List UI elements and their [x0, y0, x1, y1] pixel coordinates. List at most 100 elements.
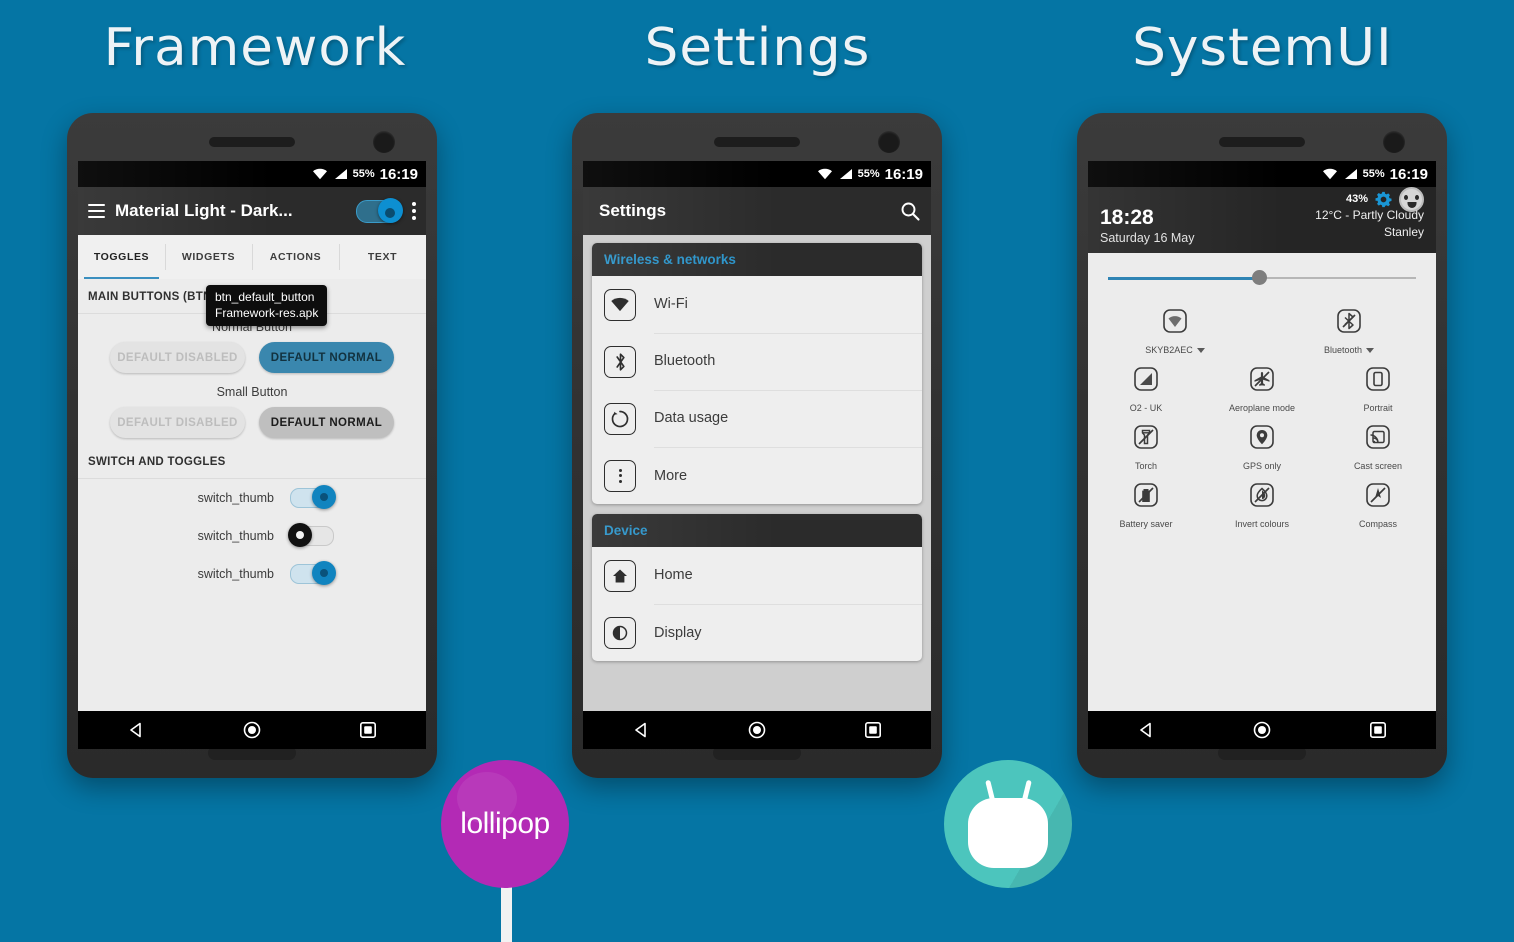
qs-clock-block: 18:28 Saturday 16 May [1100, 206, 1195, 245]
qs-location: Stanley [1383, 225, 1424, 240]
settings-item-data-usage[interactable]: Data usage [592, 390, 922, 448]
qs-tile-label: Cast screen [1353, 461, 1402, 471]
more-dots-icon [604, 459, 636, 492]
settings-item-bluetooth[interactable]: Bluetooth [592, 333, 922, 391]
signal-icon [1344, 169, 1357, 179]
earpiece-speaker [209, 137, 295, 147]
home-circle-icon[interactable] [242, 720, 262, 740]
wifi-icon [817, 168, 832, 180]
heading-systemui-text: SystemUI [1132, 18, 1393, 78]
cast-screen-icon [1362, 421, 1393, 452]
chevron-down-icon[interactable] [1366, 347, 1375, 353]
default-disabled-button-small: DEFAULT DISABLED [110, 407, 245, 438]
settings-gear-icon[interactable] [1375, 191, 1392, 208]
status-time: 16:19 [884, 165, 923, 183]
qs-tile-compass[interactable]: Compass [1320, 473, 1436, 531]
tooltip-popup: btn_default_button Framework-res.apk [206, 285, 328, 327]
phone3-screen: 55% 16:19 43% 18:28 Saturday 16 May 12°C [1088, 161, 1436, 749]
qs-tile-cellular[interactable]: O2 - UK [1088, 357, 1204, 415]
home-circle-icon[interactable] [747, 720, 767, 740]
qs-tile-label-group: Compass [1359, 519, 1397, 529]
back-triangle-icon[interactable] [1136, 720, 1156, 740]
qs-tile-gps[interactable]: GPS only [1204, 415, 1320, 473]
recents-square-icon[interactable] [358, 720, 378, 740]
qs-tile-battery-saver[interactable]: Battery saver [1088, 473, 1204, 531]
settings-item-more[interactable]: More [592, 447, 922, 504]
tab-widgets[interactable]: WIDGETS [165, 235, 252, 279]
qs-tile-label: Portrait [1363, 403, 1393, 413]
small-button-row: DEFAULT DISABLED DEFAULT NORMAL [78, 403, 426, 444]
qs-weather: 12°C - Partly Cloudy [1315, 208, 1424, 222]
status-bar: 55% 16:19 [583, 161, 931, 187]
recents-square-icon[interactable] [1368, 720, 1388, 740]
chevron-down-icon[interactable] [1196, 347, 1205, 353]
cellular-signal-icon [1130, 363, 1161, 394]
search-icon[interactable] [899, 200, 921, 222]
qs-tile-label-group: Portrait [1363, 403, 1392, 413]
tab-toggles[interactable]: TOGGLES [78, 235, 165, 279]
settings-item-label: Wi-Fi [654, 276, 922, 334]
qs-tile-label-group: Cast screen [1354, 461, 1402, 471]
qs-tile-rotation[interactable]: Portrait [1320, 357, 1436, 415]
qs-tile-label: Battery saver [1119, 519, 1173, 529]
qs-tile-label-group: Battery saver [1119, 519, 1172, 529]
qs-tile-torch[interactable]: Torch [1088, 415, 1204, 473]
marshmallow-body [968, 798, 1048, 868]
qs-tile-label: SKYB2AEC [1145, 345, 1193, 355]
brightness-slider[interactable] [1108, 267, 1416, 289]
overflow-menu-icon[interactable] [412, 202, 416, 220]
wifi-icon [1160, 305, 1191, 336]
default-normal-button-blue[interactable]: DEFAULT NORMAL [259, 342, 394, 373]
tab-text[interactable]: TEXT [339, 235, 426, 279]
switch-thumb-toggle-3[interactable] [290, 561, 336, 585]
slider-knob[interactable] [1251, 270, 1267, 285]
qs-time: 18:28 [1100, 206, 1154, 229]
hamburger-menu-icon[interactable] [88, 204, 105, 218]
qs-tile-cast[interactable]: Cast screen [1320, 415, 1436, 473]
settings-item-home[interactable]: Home [592, 547, 922, 605]
small-button-label: Small Button [216, 385, 288, 399]
switch-thumb-toggle-2[interactable] [288, 523, 334, 547]
settings-group-device: Device Home Display [592, 514, 922, 661]
wifi-icon [312, 168, 327, 180]
qs-tile-row-3: Torch GPS only Cast screen [1088, 415, 1436, 473]
tab-actions[interactable]: ACTIONS [252, 235, 339, 279]
back-triangle-icon[interactable] [126, 720, 146, 740]
settings-item-display[interactable]: Display [592, 604, 922, 661]
qs-tile-bluetooth[interactable]: Bluetooth [1262, 299, 1436, 357]
settings-item-label: Home [654, 547, 922, 605]
settings-list[interactable]: Wireless & networks Wi-Fi Bluetooth [583, 235, 931, 711]
tooltip-line-1: btn_default_button [215, 290, 315, 304]
recents-square-icon[interactable] [863, 720, 883, 740]
qs-battery-percent: 43% [1345, 193, 1368, 205]
lollipop-circle: lollipop [441, 760, 569, 888]
qs-tile-row-2: O2 - UK Aeroplane mode Portrait [1088, 357, 1436, 415]
status-time: 16:19 [379, 165, 418, 183]
qs-tile-wifi[interactable]: SKYB2AEC [1088, 299, 1262, 357]
earpiece-speaker [1219, 137, 1305, 147]
status-time: 16:19 [1389, 165, 1428, 183]
qs-tile-label: Torch [1134, 461, 1157, 471]
home-circle-icon[interactable] [1252, 720, 1272, 740]
front-camera [1383, 131, 1405, 153]
poster-canvas: Framework Settings SystemUI 55% 16:19 Ma… [0, 0, 1514, 942]
home-icon [604, 559, 636, 592]
qs-tile-aeroplane[interactable]: Aeroplane mode [1204, 357, 1320, 415]
location-icon [1246, 421, 1277, 452]
qs-tile-label-group: Bluetooth [1324, 345, 1375, 355]
signal-icon [334, 169, 347, 179]
qs-tile-label: Aeroplane mode [1228, 403, 1295, 413]
status-bar: 55% 16:19 [1088, 161, 1436, 187]
switch-label: switch_thumb [197, 529, 274, 543]
settings-item-wifi[interactable]: Wi-Fi [592, 276, 922, 334]
status-battery: 55% [857, 168, 880, 180]
status-battery: 55% [1362, 168, 1385, 180]
bluetooth-off-icon [1334, 305, 1365, 336]
qs-tile-invert-colours[interactable]: Invert colours [1204, 473, 1320, 531]
switch-thumb-toggle-1[interactable] [290, 485, 336, 509]
status-battery: 55% [352, 168, 375, 180]
heading-settings-text: Settings [644, 18, 871, 78]
back-triangle-icon[interactable] [631, 720, 651, 740]
appbar-master-switch[interactable] [356, 197, 403, 223]
default-normal-button-grey[interactable]: DEFAULT NORMAL [259, 407, 394, 438]
